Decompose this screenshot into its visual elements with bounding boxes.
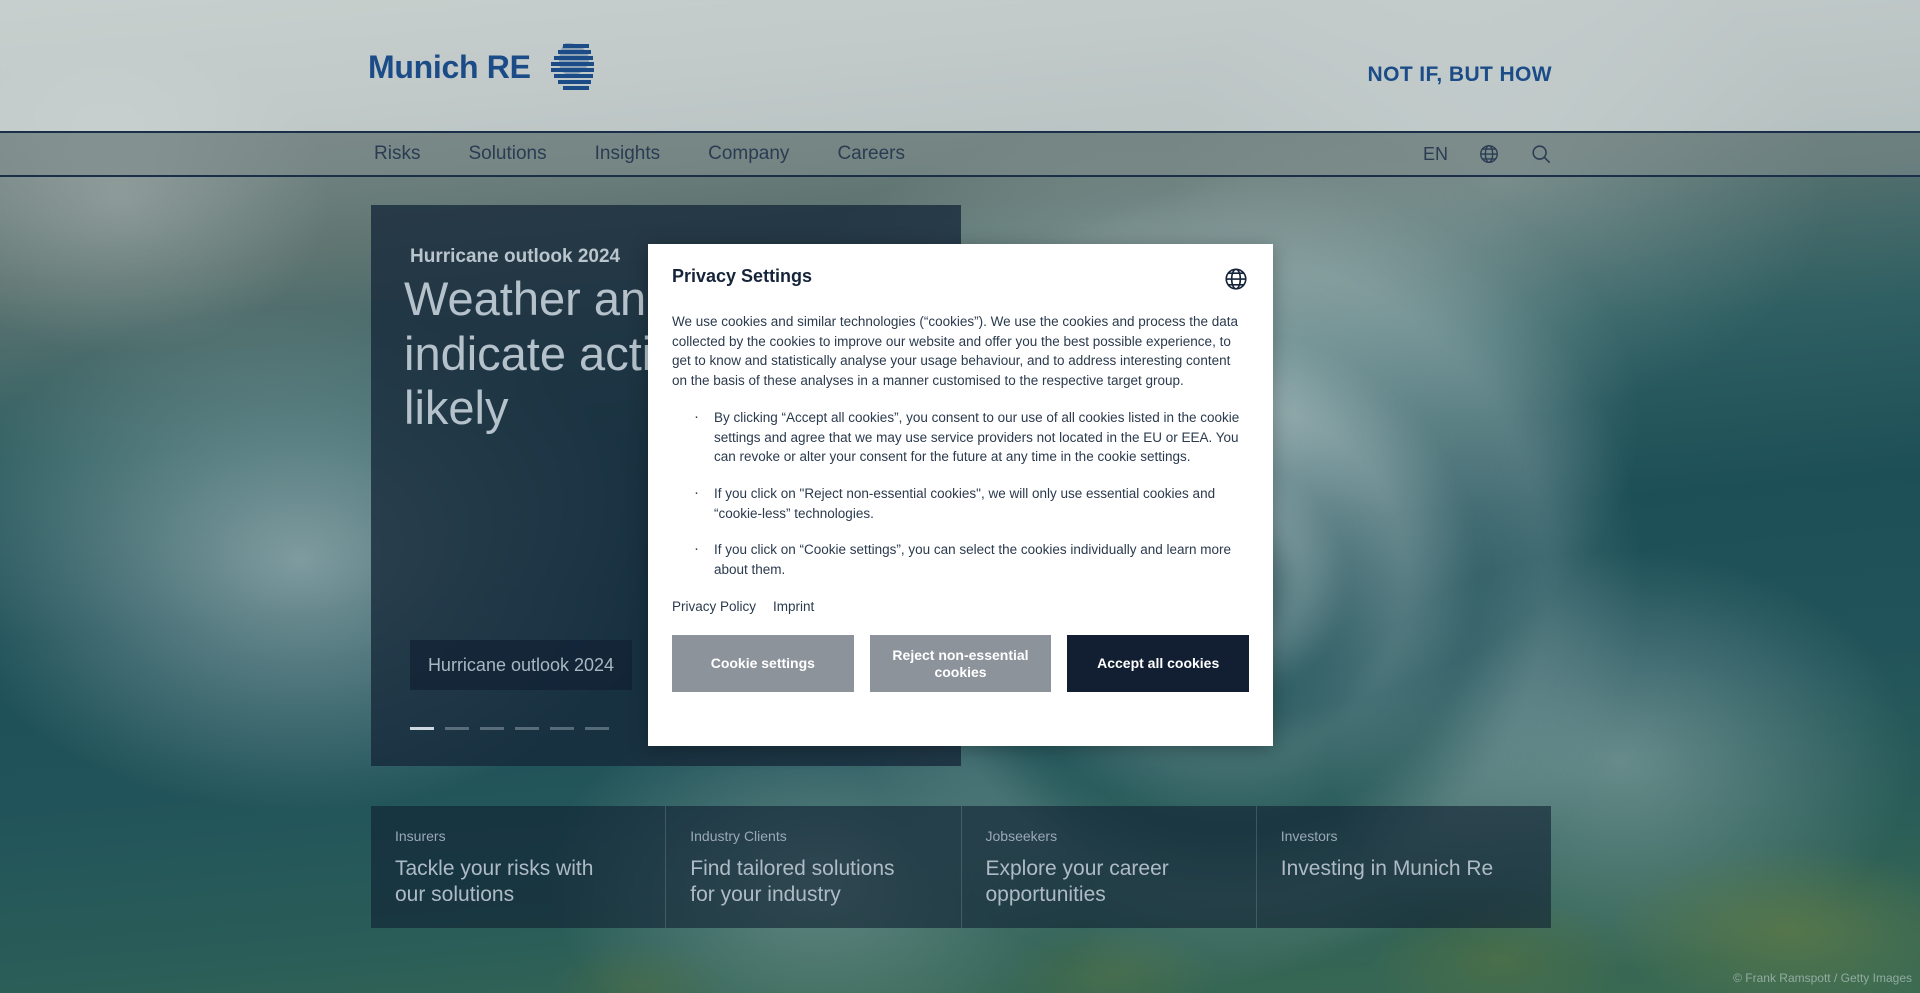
munich-re-bars-logo-icon: [550, 43, 594, 90]
bullet-reject-non-essential: If you click on "Reject non-essential co…: [672, 482, 1249, 523]
bullet-cookie-settings: If you click on “Cookie settings”, you c…: [672, 538, 1249, 579]
dialog-title: Privacy Settings: [672, 266, 813, 286]
dialog-header: Privacy Settings: [672, 266, 1249, 292]
image-credit: © Frank Ramspott / Getty Images: [1733, 971, 1912, 985]
carousel-dot-1[interactable]: [410, 727, 434, 730]
carousel-dot-5[interactable]: [550, 727, 574, 730]
nav-item-insights[interactable]: Insights: [589, 141, 666, 167]
language-selector[interactable]: EN: [1423, 144, 1448, 165]
dialog-links: Privacy Policy Imprint: [672, 599, 1249, 614]
carousel-dot-4[interactable]: [515, 727, 539, 730]
search-icon[interactable]: [1530, 143, 1552, 165]
munich-re-logo[interactable]: Munich RE: [368, 42, 597, 92]
carousel-dot-2[interactable]: [445, 727, 469, 730]
card-title: Explore your career opportunities: [985, 857, 1169, 907]
card-industry-clients[interactable]: Industry Clients Find tailored solutions…: [665, 806, 960, 928]
carousel-dots: [410, 727, 609, 730]
card-insurers[interactable]: Insurers Tackle your risks with our solu…: [371, 806, 665, 928]
carousel-dot-6[interactable]: [585, 727, 609, 730]
card-eyebrow: Industry Clients: [690, 828, 787, 844]
card-title: Investing in Munich Re: [1280, 857, 1494, 880]
cookie-settings-button[interactable]: Cookie settings: [672, 635, 854, 693]
card-eyebrow: Jobseekers: [985, 828, 1058, 844]
main-navigation: Risks Solutions Insights Company Careers…: [0, 131, 1920, 177]
privacy-settings-dialog: Privacy Settings We use cookies and simi…: [648, 244, 1273, 746]
nav-utilities: EN: [1423, 133, 1552, 175]
page-root: Munich RE NOT IF, BUT HOW Risks Solution…: [0, 0, 1920, 993]
hero-kicker: Hurricane outlook 2024: [410, 246, 621, 267]
nav-item-solutions[interactable]: Solutions: [462, 141, 552, 167]
card-eyebrow: Insurers: [395, 828, 446, 844]
nav-item-risks[interactable]: Risks: [368, 141, 426, 167]
card-eyebrow: Investors: [1280, 828, 1338, 844]
accept-all-cookies-button[interactable]: Accept all cookies: [1067, 635, 1250, 693]
dialog-bullet-list: By clicking “Accept all cookies”, you co…: [672, 406, 1249, 579]
globe-icon[interactable]: [1478, 143, 1500, 165]
privacy-policy-link[interactable]: Privacy Policy: [672, 599, 756, 614]
nav-item-company[interactable]: Company: [702, 141, 795, 167]
audience-cards: Insurers Tackle your risks with our solu…: [371, 806, 1551, 928]
dialog-intro-text: We use cookies and similar technologies …: [672, 314, 1239, 388]
card-title: Tackle your risks with our solutions: [395, 857, 594, 907]
logo-wordmark: Munich RE: [368, 49, 531, 85]
imprint-link[interactable]: Imprint: [773, 599, 814, 614]
globe-icon[interactable]: [1223, 266, 1249, 292]
hero-cta-button[interactable]: Hurricane outlook 2024: [410, 640, 632, 690]
card-jobseekers[interactable]: Jobseekers Explore your career opportuni…: [960, 806, 1256, 928]
bullet-accept-all: By clicking “Accept all cookies”, you co…: [672, 406, 1249, 467]
nav-link-list: Risks Solutions Insights Company Careers: [368, 133, 911, 175]
nav-item-careers[interactable]: Careers: [831, 141, 911, 167]
reject-non-essential-button[interactable]: Reject non-essential cookies: [869, 635, 1052, 693]
site-header: Munich RE NOT IF, BUT HOW: [0, 0, 1920, 131]
dialog-actions: Cookie settings Reject non-essential coo…: [672, 635, 1250, 693]
carousel-dot-3[interactable]: [480, 727, 504, 730]
card-investors[interactable]: Investors Investing in Munich Re: [1255, 806, 1551, 928]
brand-tagline: NOT IF, BUT HOW: [1367, 63, 1552, 86]
card-title: Find tailored solutions for your industr…: [690, 857, 895, 907]
